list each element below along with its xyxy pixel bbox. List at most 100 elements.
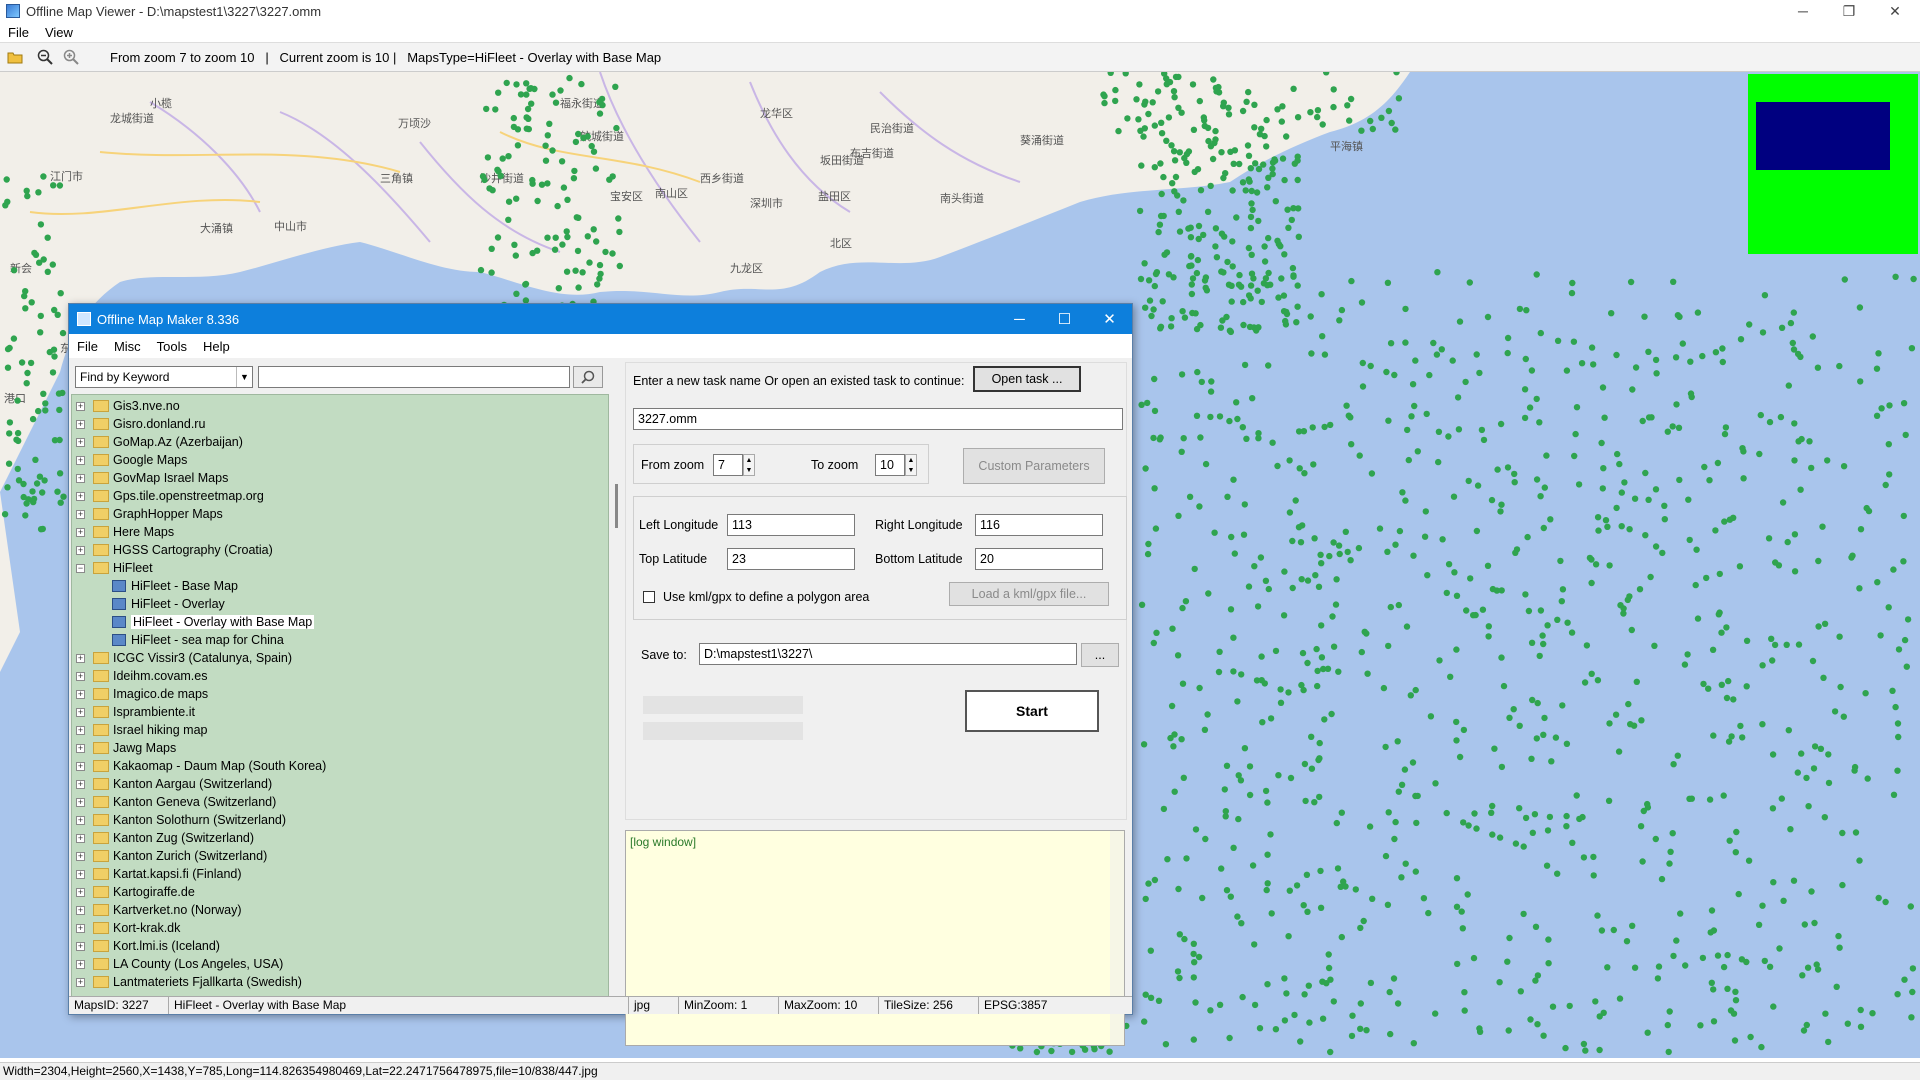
menu-view[interactable]: View [37, 25, 81, 40]
expand-icon[interactable]: + [76, 851, 85, 861]
close-icon[interactable]: ✕ [1872, 0, 1918, 22]
search-button[interactable] [573, 366, 603, 388]
find-mode-select[interactable]: Find by Keyword ▼ [75, 366, 253, 388]
expand-icon[interactable]: + [76, 815, 85, 825]
tree-folder-item[interactable]: + Kort-krak.dk [76, 919, 180, 937]
expand-icon[interactable]: + [76, 761, 85, 771]
tree-map-item[interactable]: HiFleet - Overlay with Base Map [112, 613, 315, 631]
from-zoom-stepper[interactable]: ▲ ▼ [743, 454, 755, 476]
expand-icon[interactable]: + [76, 941, 85, 951]
tree-folder-item[interactable]: + Jawg Maps [76, 739, 176, 757]
expand-icon[interactable]: + [76, 977, 85, 987]
keyword-input[interactable] [258, 366, 570, 388]
expand-icon[interactable]: + [76, 455, 85, 465]
bottom-latitude-input[interactable] [975, 548, 1103, 570]
expand-icon[interactable]: + [76, 707, 85, 717]
menu-help[interactable]: Help [195, 339, 238, 354]
tree-folder-item[interactable]: + Google Maps [76, 451, 187, 469]
tree-folder-item[interactable]: + Gps.tile.openstreetmap.org [76, 487, 264, 505]
zoom-in-icon[interactable] [60, 46, 82, 68]
tree-map-item[interactable]: HiFleet - Base Map [112, 577, 238, 595]
tree-map-item[interactable]: HiFleet - sea map for China [112, 631, 284, 649]
expand-icon[interactable]: + [76, 545, 85, 555]
browse-button[interactable]: ... [1081, 643, 1119, 667]
tree-folder-item[interactable]: + Kanton Zurich (Switzerland) [76, 847, 267, 865]
expand-icon[interactable]: + [76, 833, 85, 843]
tree-folder-item[interactable]: + Kanton Zug (Switzerland) [76, 829, 254, 847]
menu-file[interactable]: File [0, 25, 37, 40]
left-longitude-input[interactable] [727, 514, 855, 536]
tree-folder-item[interactable]: + GoMap.Az (Azerbaijan) [76, 433, 243, 451]
expand-icon[interactable]: + [76, 923, 85, 933]
zoom-out-icon[interactable] [34, 46, 56, 68]
expand-icon[interactable]: + [76, 887, 85, 897]
maximize-icon[interactable]: ☐ [1042, 304, 1087, 334]
open-folder-icon[interactable] [4, 46, 26, 68]
expand-icon[interactable]: + [76, 959, 85, 969]
expand-icon[interactable]: + [76, 689, 85, 699]
expand-icon[interactable]: + [76, 491, 85, 501]
tree-folder-item[interactable]: + Kartogiraffe.de [76, 883, 195, 901]
menu-file[interactable]: File [69, 339, 106, 354]
tree-folder-item[interactable]: + Ideihm.covam.es [76, 667, 207, 685]
tree-folder-item[interactable]: + Kanton Solothurn (Switzerland) [76, 811, 286, 829]
tree-folder-item[interactable]: + Isprambiente.it [76, 703, 195, 721]
load-kml-button[interactable]: Load a kml/gpx file... [949, 582, 1109, 606]
close-icon[interactable]: ✕ [1087, 304, 1132, 334]
tree-folder-item[interactable]: + Lantmateriets Fjallkarta (Swedish) [76, 973, 302, 991]
tree-folder-item[interactable]: + Here Maps [76, 523, 174, 541]
tree-folder-item[interactable]: + HGSS Cartography (Croatia) [76, 541, 273, 559]
expand-icon[interactable]: + [76, 401, 85, 411]
expand-icon[interactable]: + [76, 743, 85, 753]
tree-folder-item[interactable]: + Kartat.kapsi.fi (Finland) [76, 865, 242, 883]
expand-icon[interactable]: + [76, 653, 85, 663]
minimize-icon[interactable]: ─ [997, 304, 1042, 334]
save-path-input[interactable] [699, 643, 1077, 665]
menu-misc[interactable]: Misc [106, 339, 149, 354]
tree-folder-item[interactable]: + Kort.lmi.is (Iceland) [76, 937, 220, 955]
tree-folder-item[interactable]: + Gisro.donland.ru [76, 415, 205, 433]
chevron-down-icon[interactable]: ▼ [236, 367, 252, 387]
expand-icon[interactable]: + [76, 905, 85, 915]
restore-icon[interactable]: ❐ [1826, 0, 1872, 22]
to-zoom-stepper[interactable]: ▲ ▼ [905, 454, 917, 476]
collapse-icon[interactable]: − [76, 563, 85, 573]
expand-icon[interactable]: + [76, 437, 85, 447]
kml-checkbox[interactable] [643, 591, 655, 603]
right-longitude-input[interactable] [975, 514, 1103, 536]
expand-icon[interactable]: + [76, 869, 85, 879]
task-name-input[interactable] [633, 408, 1123, 430]
expand-icon[interactable]: + [76, 725, 85, 735]
tree-folder-item[interactable]: − HiFleet [76, 559, 153, 577]
tree-folder-item[interactable]: + Israel hiking map [76, 721, 208, 739]
tree-folder-item[interactable]: + Imagico.de maps [76, 685, 208, 703]
map-source-tree[interactable]: + Gis3.nve.no + Gisro.donland.ru + GoMap.Az (… [71, 394, 609, 998]
tree-folder-item[interactable]: + Kanton Aargau (Switzerland) [76, 775, 272, 793]
expand-icon[interactable]: + [76, 473, 85, 483]
minimize-icon[interactable]: ─ [1780, 0, 1826, 22]
expand-icon[interactable]: + [76, 509, 85, 519]
tree-folder-item[interactable]: + LA County (Los Angeles, USA) [76, 955, 283, 973]
minimap-viewport[interactable] [1756, 102, 1890, 170]
start-button[interactable]: Start [965, 690, 1099, 732]
expand-icon[interactable]: + [76, 797, 85, 807]
to-zoom-input[interactable] [875, 454, 905, 476]
tree-folder-item[interactable]: + ICGC Vissir3 (Catalunya, Spain) [76, 649, 292, 667]
tree-folder-item[interactable]: + Kartverket.no (Norway) [76, 901, 242, 919]
tree-folder-item[interactable]: + GraphHopper Maps [76, 505, 223, 523]
expand-icon[interactable]: + [76, 779, 85, 789]
tree-folder-item[interactable]: + Kanton Geneva (Switzerland) [76, 793, 276, 811]
open-task-button[interactable]: Open task ... [973, 366, 1081, 392]
tree-folder-item[interactable]: + Gis3.nve.no [76, 397, 180, 415]
tree-map-item[interactable]: HiFleet - Overlay [112, 595, 225, 613]
expand-icon[interactable]: + [76, 419, 85, 429]
expand-icon[interactable]: + [76, 671, 85, 681]
menu-tools[interactable]: Tools [149, 339, 195, 354]
tree-folder-item[interactable]: + Kakaomap - Daum Map (South Korea) [76, 757, 326, 775]
expand-icon[interactable]: + [76, 527, 85, 537]
top-latitude-input[interactable] [727, 548, 855, 570]
from-zoom-input[interactable] [713, 454, 743, 476]
custom-parameters-button[interactable]: Custom Parameters [963, 448, 1105, 484]
tree-folder-item[interactable]: + GovMap Israel Maps [76, 469, 228, 487]
scroll-thumb[interactable] [615, 484, 618, 528]
